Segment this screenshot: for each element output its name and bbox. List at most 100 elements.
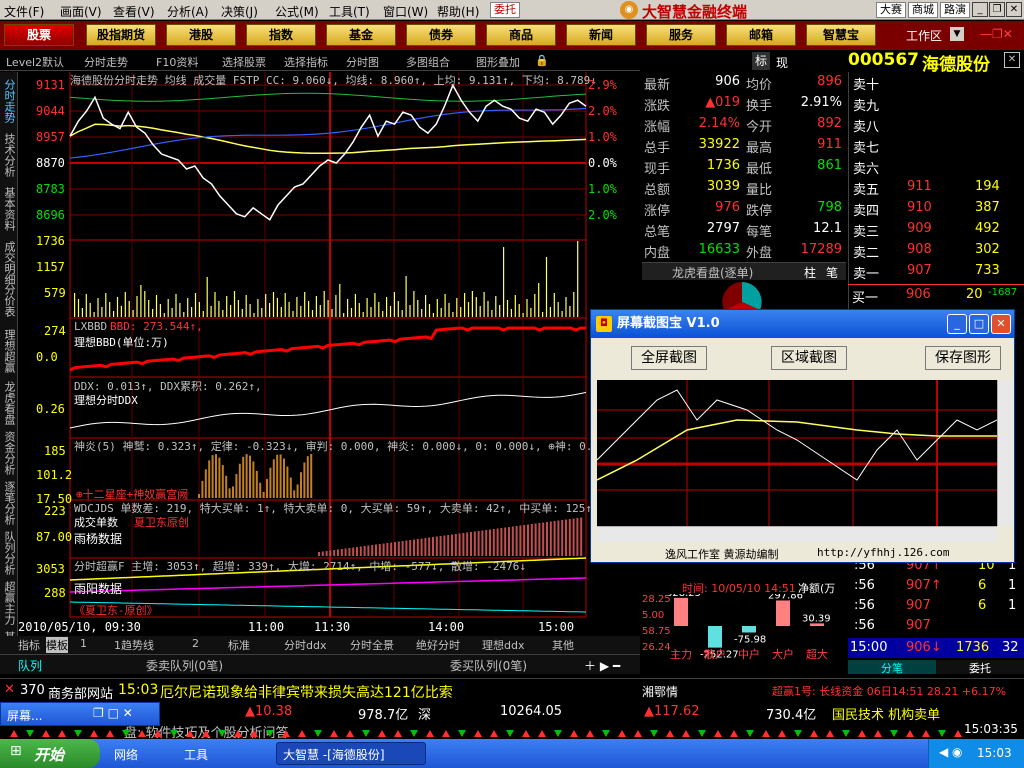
tray-icons[interactable]: ◀ ◉ xyxy=(939,745,963,759)
ticker-headline[interactable]: 厄尔尼诺现象给非律宾带来损失高达121亿比索 xyxy=(160,682,453,702)
side-tab-technical[interactable]: 技术分析 xyxy=(1,130,17,180)
quicklaunch-network[interactable]: 网络 xyxy=(114,746,138,763)
tab-mark[interactable]: 标 xyxy=(752,52,770,70)
nav-news[interactable]: 新闻 xyxy=(566,24,636,46)
indicator-tab[interactable]: 绝好分时 xyxy=(416,637,460,653)
intraday-chart[interactable]: 海德股份分时走势 均线 成交量 FSTP CC: 9.060↓, 均线: 8.9… xyxy=(18,72,617,637)
stock-code: 000567 xyxy=(848,50,919,70)
f10-button[interactable]: F10资料 xyxy=(156,54,198,70)
taskbar-app-button[interactable]: 大智慧 -[海德股份] xyxy=(276,742,426,765)
nav-services[interactable]: 服务 xyxy=(646,24,716,46)
workspace-dropdown-icon[interactable]: ▼ xyxy=(950,27,964,41)
start-button[interactable]: ⊞ 开始 xyxy=(0,739,100,768)
tab-ticks[interactable]: 分笔 xyxy=(848,660,936,675)
volume-bar xyxy=(569,306,571,317)
menu-look[interactable]: 查看(V) xyxy=(113,3,155,20)
arrow-strip xyxy=(10,730,962,737)
minimize-icon[interactable]: _ xyxy=(972,2,988,17)
menu-tools[interactable]: 工具(T) xyxy=(329,3,370,20)
workspace-label[interactable]: 工作区 xyxy=(906,27,942,44)
panel-close-icon[interactable]: ✕ xyxy=(1004,52,1020,68)
indicator-tab[interactable]: 指标 xyxy=(18,637,40,653)
menu-help[interactable]: 帮助(H) xyxy=(437,3,479,20)
nav-commodities[interactable]: 商品 xyxy=(486,24,556,46)
mall-button[interactable]: 商城 xyxy=(908,2,938,18)
queue-tab[interactable]: 队列 xyxy=(18,657,42,674)
nav-mail[interactable]: 邮箱 xyxy=(726,24,796,46)
level2-default-button[interactable]: Level2默认 xyxy=(6,54,64,70)
minimized-controls-icon[interactable]: ❐ □ ✕ xyxy=(93,706,133,720)
tab-now[interactable]: 现 xyxy=(776,54,788,71)
multi-chart-button[interactable]: 多图组合 xyxy=(406,54,450,70)
side-tab-capital[interactable]: 资金分析 xyxy=(1,428,17,478)
save-image-button[interactable]: 保存图形 xyxy=(925,346,1001,370)
indicator-tab[interactable]: 分时全景 xyxy=(350,637,394,653)
side-tab-intraday[interactable]: 分时走势 xyxy=(1,76,17,126)
inner-window-controls-icon[interactable]: —❐✕ xyxy=(980,27,1013,41)
indicator-tab[interactable]: 2 xyxy=(192,637,199,650)
preview-hscrollbar[interactable] xyxy=(597,526,997,542)
indicator-tab[interactable]: 模板 xyxy=(46,637,68,653)
zoom-icon[interactable]: ＋ ▶ ━ xyxy=(584,657,620,674)
status-alert[interactable]: 国民技术 机构卖单 xyxy=(832,704,940,723)
shenyan-title: 神炎(5) 神鹫: 0.323↑, 定律: -0.323↓, 审判: 0.000… xyxy=(74,440,613,453)
overlay-button[interactable]: 图形叠加 xyxy=(476,54,520,70)
indicator-tab[interactable]: 标准 xyxy=(228,637,250,653)
menu-formula[interactable]: 公式(M) xyxy=(275,3,319,20)
side-tab-dragon[interactable]: 龙虎看盘 xyxy=(1,378,17,428)
menu-decision[interactable]: 决策(J) xyxy=(221,3,258,20)
trend-arrow xyxy=(42,730,50,737)
menu-file[interactable]: 文件(F) xyxy=(4,3,44,20)
indicator-tab[interactable]: 理想ddx xyxy=(482,637,524,653)
lock-icon[interactable]: 🔒 xyxy=(535,54,549,67)
side-tab-queue[interactable]: 队列分析 xyxy=(1,528,17,578)
dragon-tab-tick[interactable]: 笔 xyxy=(826,264,838,281)
indicator-tab[interactable]: 分时ddx xyxy=(284,637,326,653)
order-count-bar xyxy=(553,521,556,556)
nav-funds[interactable]: 基金 xyxy=(326,24,396,46)
menu-analysis[interactable]: 分析(A) xyxy=(167,3,209,20)
side-tab-main-force[interactable]: 超赢主力 xyxy=(1,578,17,628)
side-tab-super[interactable]: 理想超赢 xyxy=(1,326,17,376)
side-tab-price-table[interactable]: 分价表 xyxy=(1,280,17,320)
indicator-tab[interactable]: 1趋势线 xyxy=(114,637,154,653)
nav-hk-stocks[interactable]: 港股 xyxy=(166,24,236,46)
menu-view[interactable]: 画面(V) xyxy=(60,3,102,20)
menu-window[interactable]: 窗口(W) xyxy=(383,3,428,20)
region-capture-button[interactable]: 区域截图 xyxy=(771,346,847,370)
dragon-title[interactable]: 龙虎看盘(逐单) xyxy=(672,264,753,281)
popup-maximize-icon[interactable]: □ xyxy=(969,314,989,334)
side-tab-fundamentals[interactable]: 基本资料 xyxy=(1,184,17,234)
minimized-window[interactable]: 屏幕... ❐ □ ✕ xyxy=(0,702,160,726)
popup-minimize-icon[interactable]: _ xyxy=(947,314,967,334)
popup-close-icon[interactable]: ✕ xyxy=(991,314,1011,334)
side-tab-tick[interactable]: 逐笔分析 xyxy=(1,478,17,528)
preview-vscrollbar[interactable] xyxy=(997,380,1013,526)
nav-index[interactable]: 指数 xyxy=(246,24,316,46)
indicator-tab[interactable]: 其他 xyxy=(552,637,574,653)
tray-clock[interactable]: 15:03 xyxy=(977,746,1012,760)
intraday-button[interactable]: 分时走势 xyxy=(84,54,128,70)
nav-bonds[interactable]: 债券 xyxy=(406,24,476,46)
select-indicator-button[interactable]: 选择指标 xyxy=(284,54,328,70)
nav-zhihuibao[interactable]: 智慧宝 xyxy=(806,24,876,46)
tab-orders[interactable]: 委托 xyxy=(936,660,1024,675)
trend-arrow xyxy=(122,730,130,737)
quicklaunch-tools[interactable]: 工具 xyxy=(184,746,208,763)
intraday-chart-button[interactable]: 分时图 xyxy=(346,54,379,70)
restore-icon[interactable]: ❐ xyxy=(989,2,1005,17)
screenshot-tool-window[interactable]: 屏幕截图宝 V1.0 ◘ _ □ ✕ 全屏截图 区域截图 保存图形 逸风工作室 … xyxy=(590,309,1015,563)
contest-button[interactable]: 大赛 xyxy=(876,2,906,18)
close-icon[interactable]: ✕ xyxy=(1006,2,1022,17)
indicator-tab[interactable]: 1 xyxy=(80,637,87,650)
nav-index-futures[interactable]: 股指期货 xyxy=(86,24,156,46)
trend-arrow xyxy=(730,730,738,737)
dragon-tab-bar[interactable]: 柱 xyxy=(804,264,816,281)
ticker-close-icon[interactable]: ✕ xyxy=(4,682,15,697)
entrust-button[interactable]: 委托 xyxy=(490,2,520,18)
select-stock-button[interactable]: 选择股票 xyxy=(222,54,266,70)
roadshow-button[interactable]: 路演 xyxy=(940,2,970,18)
nav-stocks[interactable]: 股票 xyxy=(4,24,74,46)
fullscreen-capture-button[interactable]: 全屏截图 xyxy=(631,346,707,370)
order-count-bar xyxy=(466,532,469,556)
